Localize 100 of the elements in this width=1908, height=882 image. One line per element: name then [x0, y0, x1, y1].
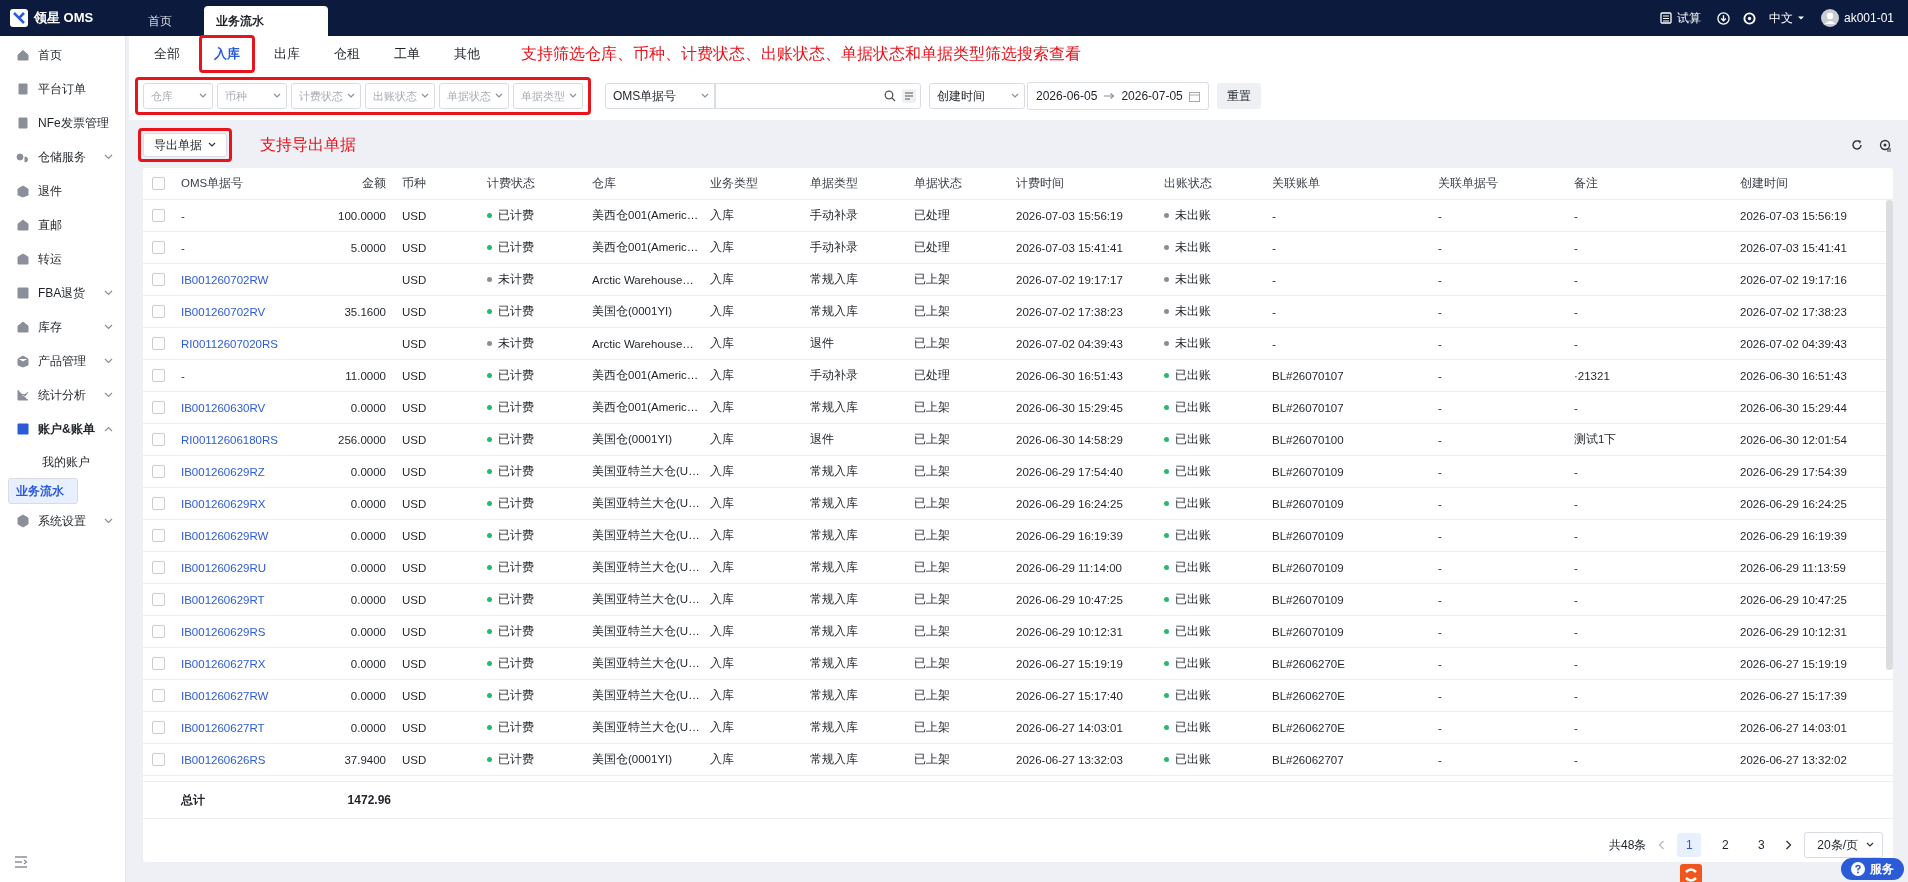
- table-cell: -: [1574, 593, 1578, 606]
- reset-button[interactable]: 重置: [1216, 83, 1261, 109]
- avatar-icon[interactable]: [1820, 9, 1839, 27]
- calendar-icon[interactable]: [1188, 90, 1200, 102]
- table-cell: -: [1438, 305, 1442, 318]
- page-button[interactable]: 1: [1677, 833, 1702, 857]
- collapse-menu-icon[interactable]: [14, 856, 28, 868]
- previous-page-icon[interactable]: [1658, 840, 1666, 850]
- search-icon[interactable]: [884, 90, 896, 102]
- page-button[interactable]: 3: [1749, 833, 1774, 857]
- select-all-checkbox[interactable]: [152, 177, 165, 191]
- row-checkbox[interactable]: [152, 241, 165, 255]
- category-tab[interactable]: 其他: [444, 40, 490, 68]
- sidebar-item[interactable]: FBA退货: [0, 276, 125, 310]
- row-checkbox[interactable]: [152, 337, 165, 351]
- document-link[interactable]: IB001260630RV: [181, 401, 266, 414]
- sidebar-item[interactable]: 账户&账单: [0, 412, 125, 446]
- next-page-icon[interactable]: [1785, 840, 1793, 850]
- sidebar-item[interactable]: 首页: [0, 38, 125, 72]
- row-checkbox[interactable]: [152, 273, 165, 287]
- list-icon[interactable]: [902, 89, 916, 103]
- table-cell: -: [1438, 689, 1442, 702]
- sidebar-item[interactable]: 退件: [0, 174, 125, 208]
- sidebar-item[interactable]: 仓储服务: [0, 140, 125, 174]
- sidebar-item[interactable]: 系统设置: [0, 504, 125, 538]
- document-link[interactable]: IB001260629RX: [181, 497, 266, 510]
- document-link[interactable]: IB001260627RT: [181, 721, 265, 734]
- sidebar-item[interactable]: 统计分析: [0, 378, 125, 412]
- table-cell: -: [1438, 209, 1442, 222]
- sidebar-item[interactable]: 库存: [0, 310, 125, 344]
- user-name[interactable]: ak001-01: [1843, 11, 1894, 25]
- table-cell: 256.0000: [338, 433, 386, 446]
- document-link[interactable]: IB001260702RW: [181, 273, 269, 286]
- row-checkbox[interactable]: [152, 625, 165, 639]
- row-checkbox[interactable]: [152, 209, 165, 223]
- table-cell: 已上架: [914, 689, 950, 701]
- table-cell: 美国仓(0001YI): [592, 753, 673, 765]
- row-checkbox[interactable]: [152, 529, 165, 543]
- document-link[interactable]: RI00112607020RS: [181, 337, 278, 350]
- date-type-select[interactable]: 创建时间: [929, 83, 1025, 109]
- category-tab[interactable]: 全部: [144, 40, 190, 68]
- search-field-select[interactable]: OMS单据号: [605, 83, 715, 109]
- date-range-field[interactable]: 2026-06-05 2026-07-05: [1027, 82, 1209, 110]
- row-checkbox[interactable]: [152, 657, 165, 671]
- download-icon[interactable]: [1716, 11, 1730, 25]
- row-checkbox[interactable]: [152, 721, 165, 735]
- search-field[interactable]: [715, 83, 921, 109]
- row-checkbox[interactable]: [152, 305, 165, 319]
- table-cell: -: [1438, 561, 1442, 574]
- page-tab[interactable]: 首页: [136, 6, 184, 36]
- sidebar-item[interactable]: 转运: [0, 242, 125, 276]
- document-link[interactable]: IB001260629RZ: [181, 465, 265, 478]
- document-link[interactable]: IB001260702RV: [181, 305, 266, 318]
- table-cell: -: [1438, 337, 1442, 350]
- export-button[interactable]: 导出单据: [143, 133, 227, 157]
- row-checkbox[interactable]: [152, 369, 165, 383]
- page-tab[interactable]: 业务流水: [204, 6, 328, 36]
- page-button[interactable]: 2: [1713, 833, 1738, 857]
- sidebar-item[interactable]: 产品管理: [0, 344, 125, 378]
- calculator-icon[interactable]: [1659, 12, 1672, 24]
- document-link[interactable]: IB001260627RX: [181, 657, 266, 670]
- document-link[interactable]: IB001260629RW: [181, 529, 269, 542]
- sidebar-item[interactable]: NFe发票管理: [0, 106, 125, 140]
- settings-icon[interactable]: [1742, 11, 1756, 25]
- document-link[interactable]: IB001260626RS: [181, 753, 266, 766]
- row-checkbox[interactable]: [152, 401, 165, 415]
- sidebar-subitem[interactable]: 我的账户: [8, 446, 121, 478]
- document-link[interactable]: IB001260629RT: [181, 593, 265, 606]
- category-tab[interactable]: 仓租: [324, 40, 370, 68]
- category-tab[interactable]: 工单: [384, 40, 430, 68]
- row-checkbox[interactable]: [152, 593, 165, 607]
- table-cell: 2026-07-02 17:38:23: [1016, 305, 1123, 318]
- category-tab[interactable]: 出库: [264, 40, 310, 68]
- row-checkbox[interactable]: [152, 753, 165, 767]
- input-method-icon[interactable]: [1680, 864, 1702, 882]
- calc-link[interactable]: 试算: [1676, 9, 1701, 27]
- column-settings-icon[interactable]: [1879, 138, 1892, 152]
- scrollbar[interactable]: [1886, 200, 1893, 670]
- table-cell: 常规入库: [810, 497, 858, 509]
- document-link[interactable]: RI00112606180RS: [181, 433, 278, 446]
- table-cell: 已上架: [914, 433, 950, 445]
- table-cell: -: [1438, 753, 1442, 766]
- document-link[interactable]: IB001260627RW: [181, 689, 269, 702]
- refresh-icon[interactable]: [1851, 139, 1863, 151]
- document-link[interactable]: IB001260629RS: [181, 625, 266, 638]
- row-checkbox[interactable]: [152, 465, 165, 479]
- table-cell: BL#2606270E: [1272, 657, 1345, 670]
- sidebar-subitem[interactable]: 业务流水: [8, 478, 78, 504]
- table-cell: 2026-06-27 15:19:19: [1740, 657, 1847, 670]
- row-checkbox[interactable]: [152, 497, 165, 511]
- sidebar-item[interactable]: 平台订单: [0, 72, 125, 106]
- sidebar-item[interactable]: 直邮: [0, 208, 125, 242]
- service-button[interactable]: 服务: [1841, 858, 1904, 880]
- table-cell: 已计费: [498, 528, 534, 543]
- row-checkbox[interactable]: [152, 433, 165, 447]
- category-tab[interactable]: 入库: [204, 40, 250, 68]
- language-select[interactable]: 中文: [1768, 9, 1805, 27]
- row-checkbox[interactable]: [152, 561, 165, 575]
- row-checkbox[interactable]: [152, 689, 165, 703]
- document-link[interactable]: IB001260629RU: [181, 561, 267, 574]
